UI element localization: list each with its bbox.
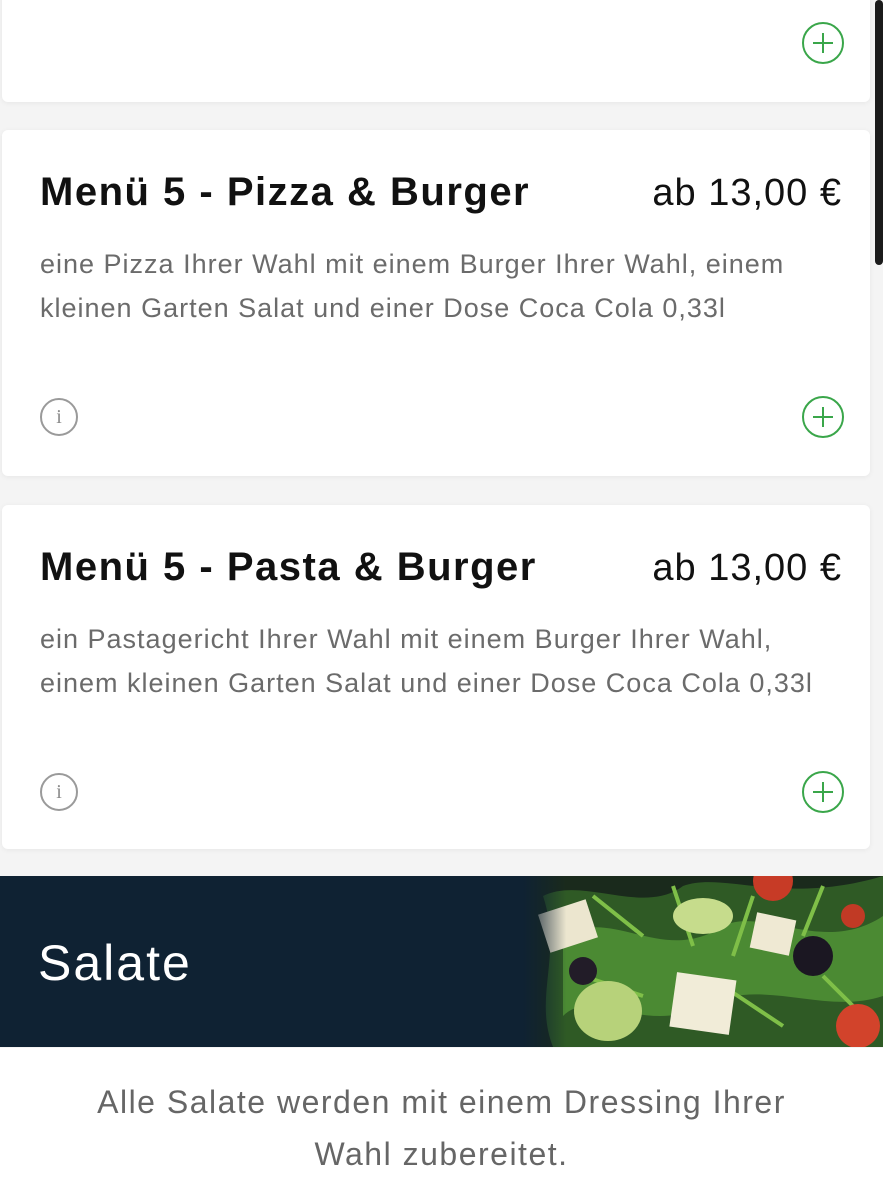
plus-circle-icon (813, 33, 833, 53)
section-title: Salate (38, 935, 192, 991)
menu-item-card[interactable]: Menü 5 - Pizza & Burger ab 13,00 € eine … (2, 130, 870, 476)
scrollbar[interactable] (875, 0, 883, 265)
item-title: Menü 5 - Pizza & Burger (40, 170, 531, 214)
item-price: ab 13,00 € (652, 547, 842, 589)
add-to-cart-button[interactable] (802, 22, 844, 64)
item-price: ab 13,00 € (652, 172, 842, 214)
info-icon: i (56, 780, 62, 803)
section-note-text: Alle Salate werden mit einem Dressing Ih… (97, 1084, 786, 1172)
info-button[interactable]: i (40, 398, 78, 436)
item-description: eine Pizza Ihrer Wahl mit einem Burger I… (40, 249, 785, 323)
info-button[interactable]: i (40, 773, 78, 811)
add-to-cart-button[interactable] (802, 771, 844, 813)
add-to-cart-button[interactable] (802, 396, 844, 438)
item-description: ein Pastagericht Ihrer Wahl mit einem Bu… (40, 624, 813, 698)
section-note: Alle Salate werden mit einem Dressing Ih… (0, 1048, 883, 1200)
item-title: Menü 5 - Pasta & Burger (40, 545, 537, 589)
plus-circle-icon (813, 407, 833, 427)
section-banner: Salate (0, 876, 883, 1047)
info-icon: i (56, 405, 62, 428)
salad-photo (523, 876, 883, 1047)
menu-item-card[interactable]: Menü 5 - Pasta & Burger ab 13,00 € ein P… (2, 505, 870, 849)
plus-circle-icon (813, 782, 833, 802)
menu-item-card-partial (2, 0, 870, 102)
